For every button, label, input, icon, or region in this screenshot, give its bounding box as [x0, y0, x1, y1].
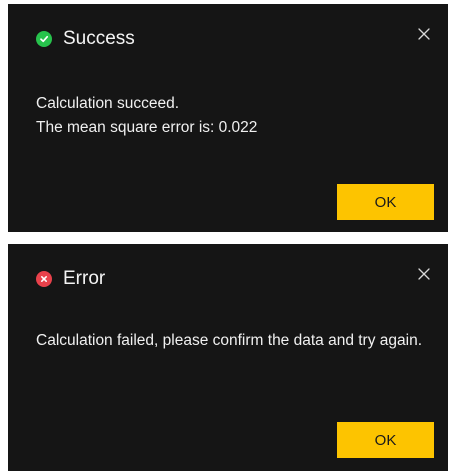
- close-icon: [418, 268, 430, 280]
- close-button[interactable]: [414, 264, 434, 284]
- error-circle-icon: [36, 271, 52, 287]
- ok-button[interactable]: OK: [337, 422, 434, 458]
- error-dialog: Error Calculation failed, please confirm…: [8, 244, 448, 471]
- message-line: Calculation succeed.: [36, 95, 180, 112]
- dialog-title: Success: [63, 28, 135, 49]
- dialog-stack: Success Calculation succeed. The mean sq…: [0, 0, 452, 475]
- dialog-message: Calculation succeed. The mean square err…: [36, 92, 428, 140]
- message-text: Calculation failed, please confirm the d…: [36, 332, 423, 349]
- dialog-header: Success: [36, 27, 135, 51]
- close-icon: [418, 28, 430, 40]
- ok-button[interactable]: OK: [337, 184, 434, 220]
- success-dialog: Success Calculation succeed. The mean sq…: [8, 4, 448, 232]
- dialog-title: Error: [63, 268, 106, 289]
- dialog-message: Calculation failed, please confirm the d…: [36, 329, 428, 353]
- dialog-header: Error: [36, 267, 105, 291]
- message-line: The mean square error is: 0.022: [36, 119, 258, 136]
- check-circle-icon: [36, 31, 52, 47]
- close-button[interactable]: [414, 24, 434, 44]
